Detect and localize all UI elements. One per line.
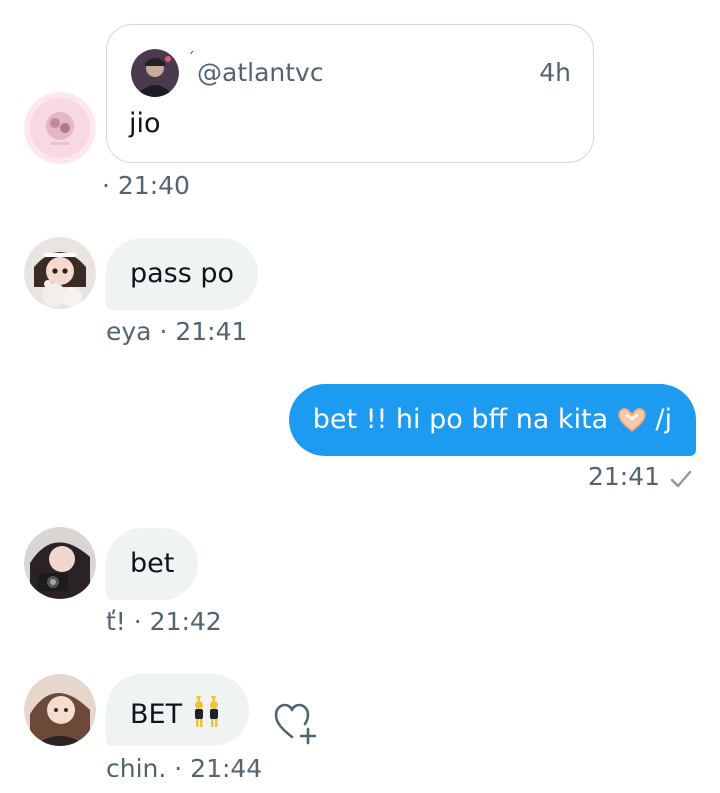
message-bubble-outgoing[interactable]: bet !! hi po bff na kita /j (288, 384, 696, 456)
girl-portrait-avatar (24, 674, 96, 746)
sender-avatar-eya[interactable] (24, 237, 96, 309)
quoted-post-card[interactable]: ˊ @atlantvc 4h jio (106, 24, 594, 163)
profile-avatar (131, 49, 179, 97)
message-meta: · 21:40 (102, 171, 190, 200)
quoted-author-avatar[interactable] (131, 49, 179, 97)
message-meta: 21:41 (587, 462, 660, 491)
message-bubble[interactable]: pass po (106, 238, 259, 310)
message-bubble[interactable]: BET (106, 674, 249, 746)
message-meta: eya · 21:41 (106, 317, 248, 346)
heart-hands-emoji (617, 407, 647, 441)
message-meta: chin. · 21:44 (106, 754, 263, 783)
message-bubble[interactable]: bet (106, 528, 199, 600)
quoted-post-time: 4h (539, 58, 571, 87)
message-text: bet !! hi po bff na kita (312, 404, 609, 435)
message-meta: ť! · 21:42 (106, 607, 222, 636)
quoted-post-text: jio (129, 108, 161, 139)
dancing-bunnies-emoji (191, 694, 225, 736)
quoted-author-handle[interactable]: @atlantvc (197, 58, 324, 88)
girl-with-camera-avatar (24, 527, 96, 599)
girl-with-bear-avatar (24, 237, 96, 309)
sender-avatar-pink[interactable] (24, 92, 96, 164)
check-icon (670, 470, 692, 488)
pink-circle-avatar (24, 92, 96, 164)
quoted-author-name: ˊ (187, 49, 195, 68)
sender-avatar-chin[interactable] (24, 674, 96, 746)
message-suffix: /j (655, 404, 672, 435)
message-text: BET (130, 699, 183, 730)
add-reaction-heart-icon[interactable] (272, 699, 318, 745)
sender-avatar-t[interactable] (24, 527, 96, 599)
